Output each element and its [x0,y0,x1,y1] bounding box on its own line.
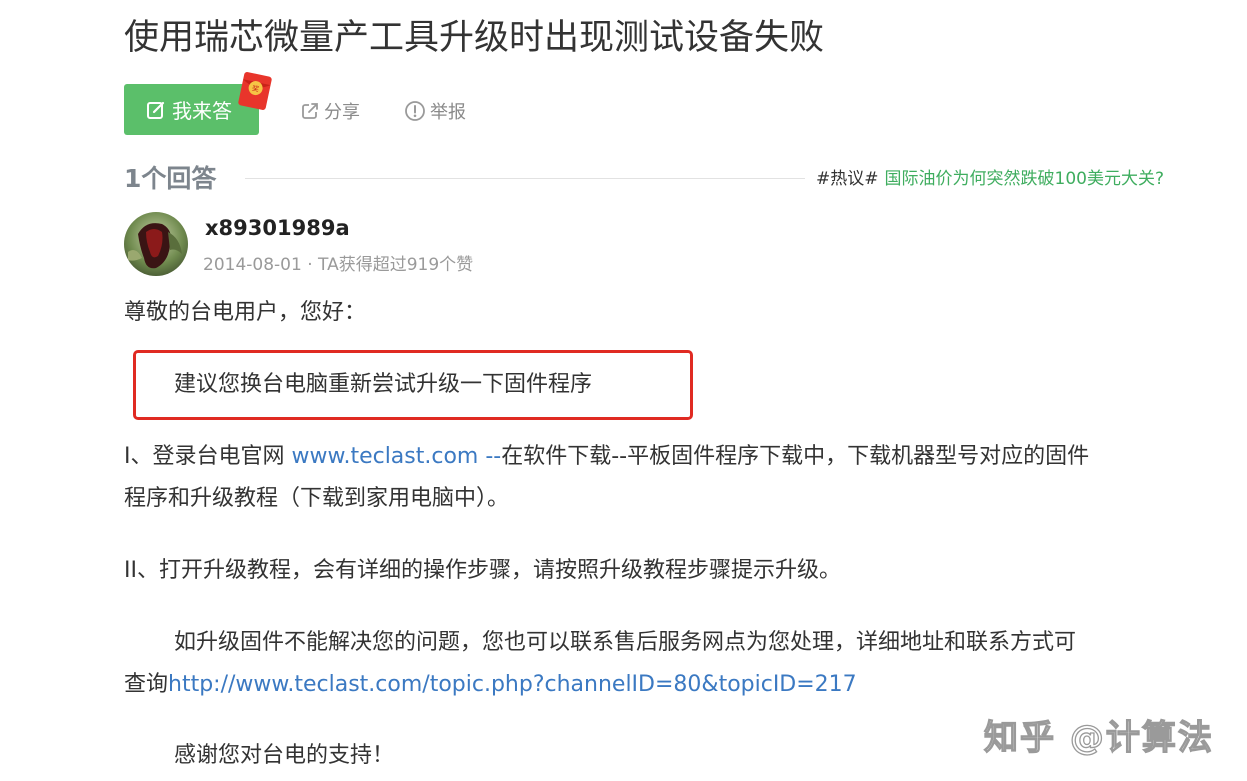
report-label: 举报 [430,102,466,123]
report-icon [405,101,425,121]
paragraph-1-suffix: 在软件下载--平板固件程序下载中，下载机器型号对应的固件 [501,444,1090,469]
answer-greeting: 尊敬的台电用户，您好： [124,300,367,325]
avatar[interactable] [124,212,188,276]
question-page: 使用瑞芯微量产工具升级时出现测试设备失败 我来答 奖 分享 举报 1个回答 #热… [0,0,1247,781]
answer-button-label: 我来答 [172,99,232,123]
question-title: 使用瑞芯微量产工具升级时出现测试设备失败 [124,18,825,58]
share-label: 分享 [324,102,360,123]
hot-topic-tag: #热议# [816,169,879,189]
share-button[interactable]: 分享 [300,98,360,124]
teclast-site-link[interactable]: www.teclast.com -- [291,444,501,469]
red-packet-icon: 奖 [238,72,272,110]
answer-meta: 2014-08-01 · TA获得超过919个赞 [203,255,474,275]
avatar-image [124,212,188,276]
service-topic-link[interactable]: http://www.teclast.com/topic.php?channel… [168,672,857,697]
watermark: 知乎 @计算法 [983,717,1214,758]
highlight-text: 建议您换台电脑重新尝试升级一下固件程序 [174,372,593,397]
answer-paragraph-1: I、登录台电官网 www.teclast.com --在软件下载--平板固件程序… [124,436,1089,478]
hot-topic-link[interactable]: #热议# 国际油价为何突然跌破100美元大关? [816,166,1164,192]
answer-closing: 感谢您对台电的支持！ [174,743,395,768]
answer-paragraph-2: II、打开升级教程，会有详细的操作步骤，请按照升级教程步骤提示升级。 [124,558,841,583]
hot-topic-title: 国际油价为何突然跌破100美元大关? [884,169,1164,189]
author-name[interactable]: x89301989a [205,216,350,240]
answer-paragraph-3-line-2: 查询http://www.teclast.com/topic.php?chann… [124,664,857,706]
report-button[interactable]: 举报 [404,98,466,124]
answers-count: 1个回答 [124,164,217,193]
share-icon [302,103,318,119]
answer-paragraph-3: 如升级固件不能解决您的问题，您也可以联系售后服务网点为您处理，详细地址和联系方式… [174,630,1077,655]
answer-paragraph-1-line-2: 程序和升级教程（下载到家用电脑中）。 [124,486,510,511]
paragraph-1-prefix: I、登录台电官网 [124,444,292,469]
paragraph-3-prefix: 查询 [124,672,169,697]
divider [245,178,805,179]
edit-icon [147,101,165,119]
